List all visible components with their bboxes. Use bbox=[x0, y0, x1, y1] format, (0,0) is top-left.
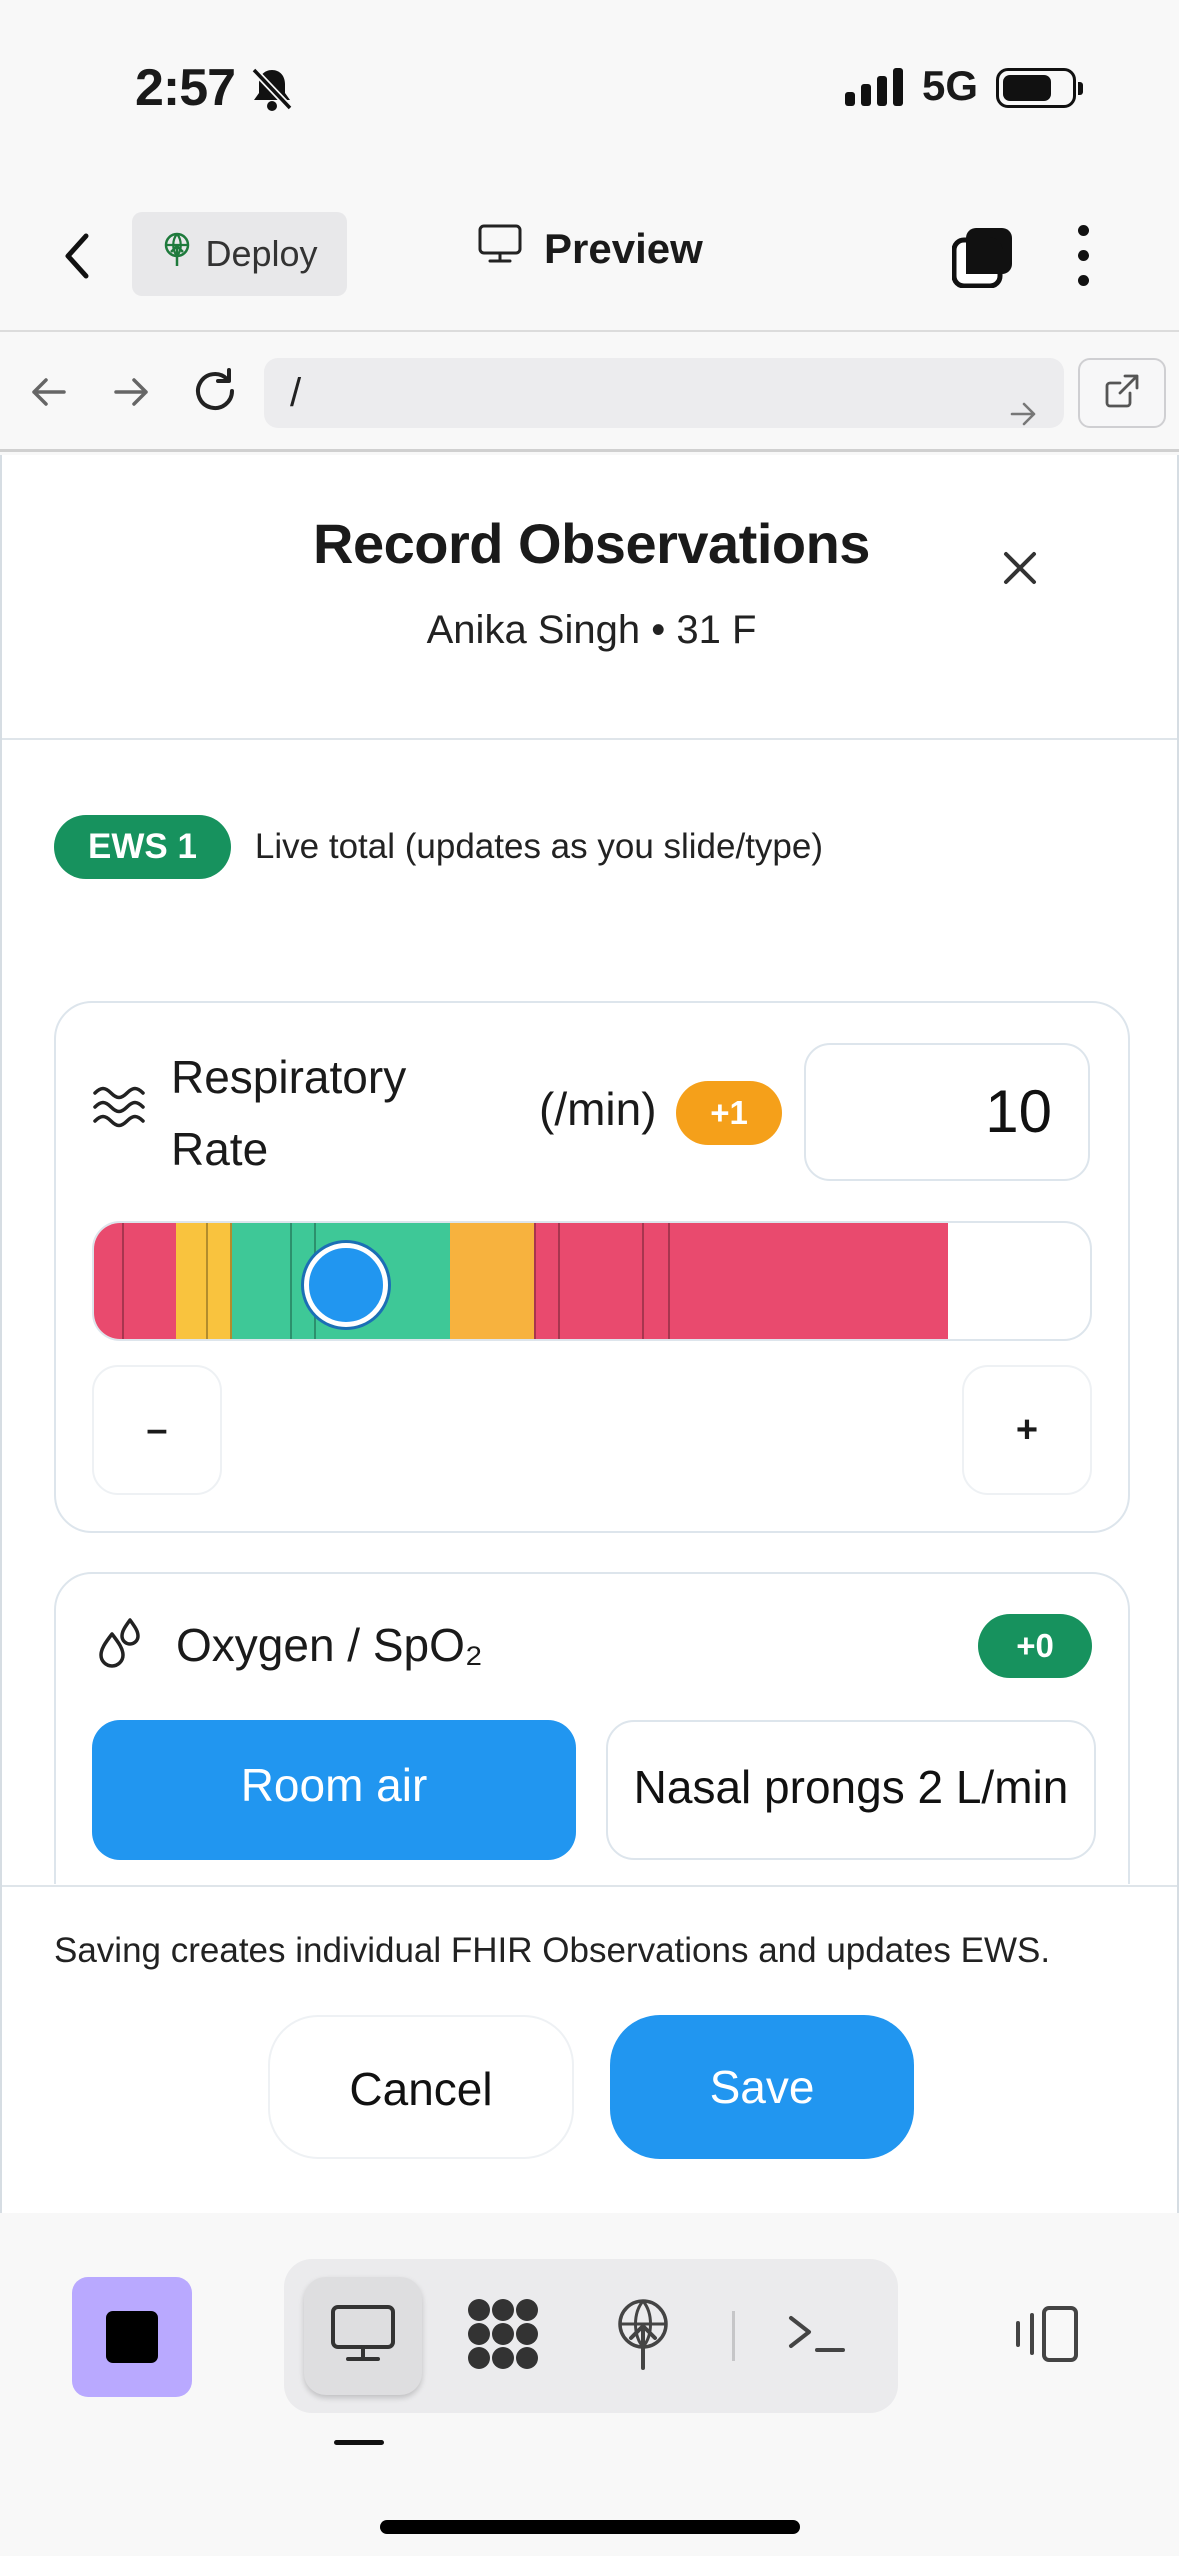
status-time: 2:57 bbox=[135, 59, 236, 117]
band-amber-high bbox=[450, 1223, 534, 1339]
bell-muted-icon bbox=[250, 66, 294, 117]
dock-preview-button[interactable] bbox=[304, 2277, 422, 2395]
ews-badge: EWS 1 bbox=[54, 815, 231, 879]
slider-thumb[interactable] bbox=[304, 1243, 388, 1327]
status-bar: 2:57 5G bbox=[0, 0, 1179, 180]
decrement-button[interactable]: – bbox=[92, 1365, 222, 1495]
patient-summary: Anika Singh • 31 F bbox=[426, 608, 757, 652]
go-arrow-icon[interactable] bbox=[1010, 380, 1038, 450]
oxygen-points-badge: +0 bbox=[978, 1614, 1092, 1678]
respiratory-rate-input[interactable]: 10 bbox=[804, 1043, 1090, 1181]
respiratory-rate-label: Respiratory Rate bbox=[171, 1051, 407, 1175]
back-arrow-icon[interactable] bbox=[28, 372, 68, 417]
tabs-icon[interactable] bbox=[951, 226, 1014, 293]
deploy-icon bbox=[161, 232, 193, 277]
modal-header: Record Observations Anika Singh • 31 F bbox=[2, 455, 1177, 740]
more-options-icon[interactable] bbox=[1078, 225, 1089, 286]
battery-icon bbox=[996, 68, 1083, 108]
band-red-high bbox=[534, 1223, 948, 1339]
external-link-icon bbox=[1104, 373, 1140, 414]
dock-shell-button[interactable] bbox=[758, 2277, 876, 2395]
back-chevron-icon[interactable] bbox=[62, 232, 90, 285]
record-observations-modal: Record Observations Anika Singh • 31 F E… bbox=[0, 455, 1179, 2213]
reload-icon[interactable] bbox=[192, 368, 238, 419]
waves-icon bbox=[92, 1085, 146, 1134]
save-button[interactable]: Save bbox=[610, 2015, 914, 2159]
ews-summary: EWS 1 Live total (updates as you slide/t… bbox=[54, 815, 823, 879]
oxygen-option-nasal-prongs[interactable]: Nasal prongs 2 L/min bbox=[606, 1720, 1096, 1860]
signal-icon bbox=[845, 66, 903, 106]
app-toolbar: Deploy Preview bbox=[0, 180, 1179, 330]
forward-arrow-icon[interactable] bbox=[112, 372, 152, 417]
respiratory-points-badge: +1 bbox=[676, 1081, 782, 1145]
workflow-icon bbox=[465, 2296, 541, 2377]
dock-separator bbox=[732, 2311, 735, 2361]
oxygen-label: Oxygen / SpO₂ bbox=[176, 1619, 483, 1671]
ews-caption: Live total (updates as you slide/type) bbox=[254, 827, 824, 866]
stop-button[interactable] bbox=[72, 2277, 192, 2397]
terminal-icon bbox=[787, 2312, 847, 2361]
deploy-label: Deploy bbox=[205, 233, 318, 274]
url-input[interactable]: / bbox=[264, 358, 1064, 428]
bottom-dock bbox=[0, 2213, 1179, 2556]
dock-deploy-button[interactable] bbox=[584, 2277, 702, 2395]
oxygen-option-room-air[interactable]: Room air bbox=[92, 1720, 576, 1860]
layout-toggle-icon[interactable] bbox=[1010, 2305, 1080, 2368]
respiratory-rate-card: Respiratory Rate (/min) +1 10 – + bbox=[54, 1001, 1130, 1533]
home-indicator bbox=[380, 2520, 800, 2534]
dock-workflow-button[interactable] bbox=[444, 2277, 562, 2395]
preview-label: Preview bbox=[544, 225, 703, 272]
preview-tab[interactable]: Preview bbox=[478, 224, 703, 274]
modal-footer: Saving creates individual FHIR Observati… bbox=[2, 1885, 1177, 2213]
network-type: 5G bbox=[922, 62, 979, 109]
oxygen-card: Oxygen / SpO₂ +0 Room air Nasal prongs 2… bbox=[54, 1572, 1130, 1884]
deploy-icon bbox=[613, 2298, 673, 2375]
monitor-icon bbox=[330, 2304, 396, 2369]
band-amber-low bbox=[176, 1223, 232, 1339]
dock-tab-group bbox=[284, 2259, 898, 2413]
url-bar: / bbox=[0, 330, 1179, 452]
modal-body: EWS 1 Live total (updates as you slide/t… bbox=[2, 742, 1177, 1884]
close-icon[interactable] bbox=[1000, 548, 1040, 593]
droplets-icon bbox=[92, 1616, 154, 1683]
url-text: / bbox=[290, 371, 302, 415]
active-tab-indicator bbox=[334, 2440, 384, 2445]
open-external-button[interactable] bbox=[1078, 358, 1166, 428]
respiratory-rate-slider[interactable] bbox=[92, 1221, 1092, 1341]
stop-icon bbox=[106, 2311, 158, 2363]
respiratory-rate-unit: (/min) bbox=[539, 1083, 657, 1135]
monitor-icon bbox=[478, 224, 522, 274]
cancel-button[interactable]: Cancel bbox=[268, 2015, 574, 2159]
footer-note: Saving creates individual FHIR Observati… bbox=[54, 1931, 1051, 1970]
increment-button[interactable]: + bbox=[962, 1365, 1092, 1495]
band-red-low bbox=[94, 1223, 176, 1339]
deploy-button[interactable]: Deploy bbox=[132, 212, 347, 296]
